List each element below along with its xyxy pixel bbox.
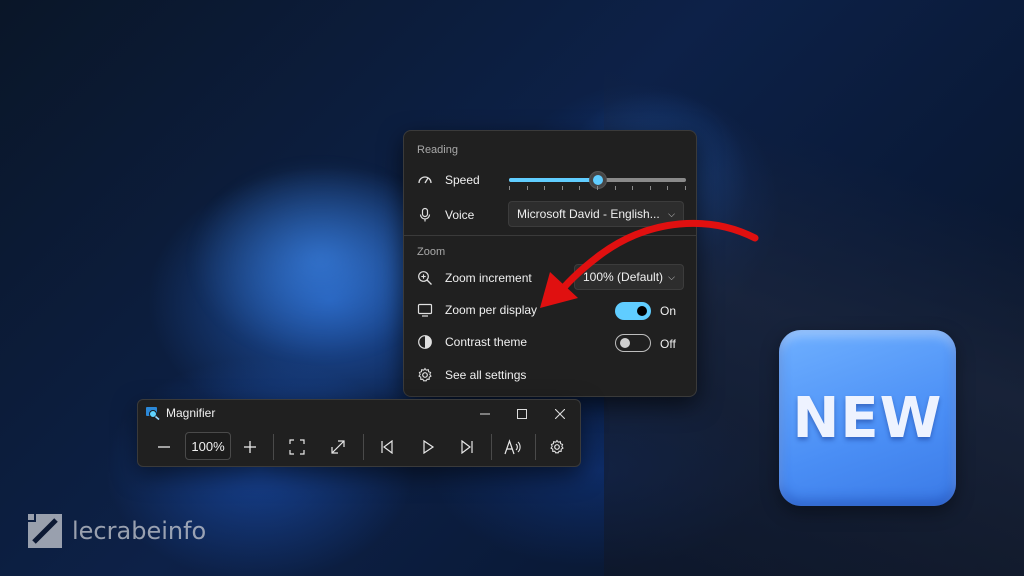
speedometer-icon [417,172,433,188]
voice-label: Voice [445,208,475,222]
slider-tick [579,186,580,190]
crab-logo-icon [26,512,64,550]
slider-tick [562,186,563,190]
play-button[interactable] [413,432,443,462]
lecrabeinfo-logo: lecrabeinfo [26,512,206,550]
zoom-increment-label: Zoom increment [445,271,532,285]
expand-view-button[interactable] [323,432,353,462]
contrast-theme-toggle[interactable] [615,334,651,352]
settings-gear-button[interactable] [542,432,572,462]
reading-section-label: Reading [417,144,458,156]
slider-tick [527,186,528,190]
red-arrow-annotation [540,219,759,308]
microphone-icon [417,207,433,223]
zoom-in-icon [417,270,433,286]
maximize-button[interactable] [510,404,534,424]
see-all-settings-link[interactable]: See all settings [417,362,684,388]
zoom-level-display: 100% [185,432,231,460]
zoom-section-label: Zoom [417,246,446,258]
slider-tick [632,186,633,190]
contrast-icon [417,334,433,350]
magnifier-titlebar: Magnifier [146,406,216,421]
slider-tick [685,186,686,190]
new-badge: NEW [779,330,956,506]
slider-tick [667,186,668,190]
contrast-theme-label: Contrast theme [445,335,528,349]
magnifier-app-icon [146,406,160,421]
read-from-here-button[interactable] [498,432,528,462]
next-button[interactable] [452,432,482,462]
previous-button[interactable] [372,432,402,462]
speed-label: Speed [445,173,480,187]
magnifier-title: Magnifier [166,406,216,420]
zoom-in-button[interactable] [235,432,265,462]
slider-tick [650,186,651,190]
gear-icon [417,367,433,383]
slider-tick [597,186,598,190]
speed-slider[interactable] [509,171,686,189]
toolbar-separator [363,434,364,460]
slider-tick [509,186,510,190]
zoom-out-button[interactable] [149,432,179,462]
fullscreen-view-button[interactable] [282,432,312,462]
minimize-button[interactable] [473,404,497,424]
speed-slider-ticks [509,186,686,190]
contrast-theme-state: Off [660,337,676,351]
monitor-icon [417,302,433,318]
toolbar-separator [535,434,536,460]
slider-tick [544,186,545,190]
toolbar-separator [273,434,274,460]
brand-name: lecrabeinfo [72,517,207,545]
see-all-settings-label: See all settings [445,368,527,382]
magnifier-window: Magnifier 100% [137,399,581,467]
zoom-per-display-label: Zoom per display [445,303,538,317]
close-button[interactable] [548,404,572,424]
slider-tick [615,186,616,190]
speed-slider-fill [509,178,598,182]
toolbar-separator [491,434,492,460]
new-badge-text: NEW [792,385,943,451]
